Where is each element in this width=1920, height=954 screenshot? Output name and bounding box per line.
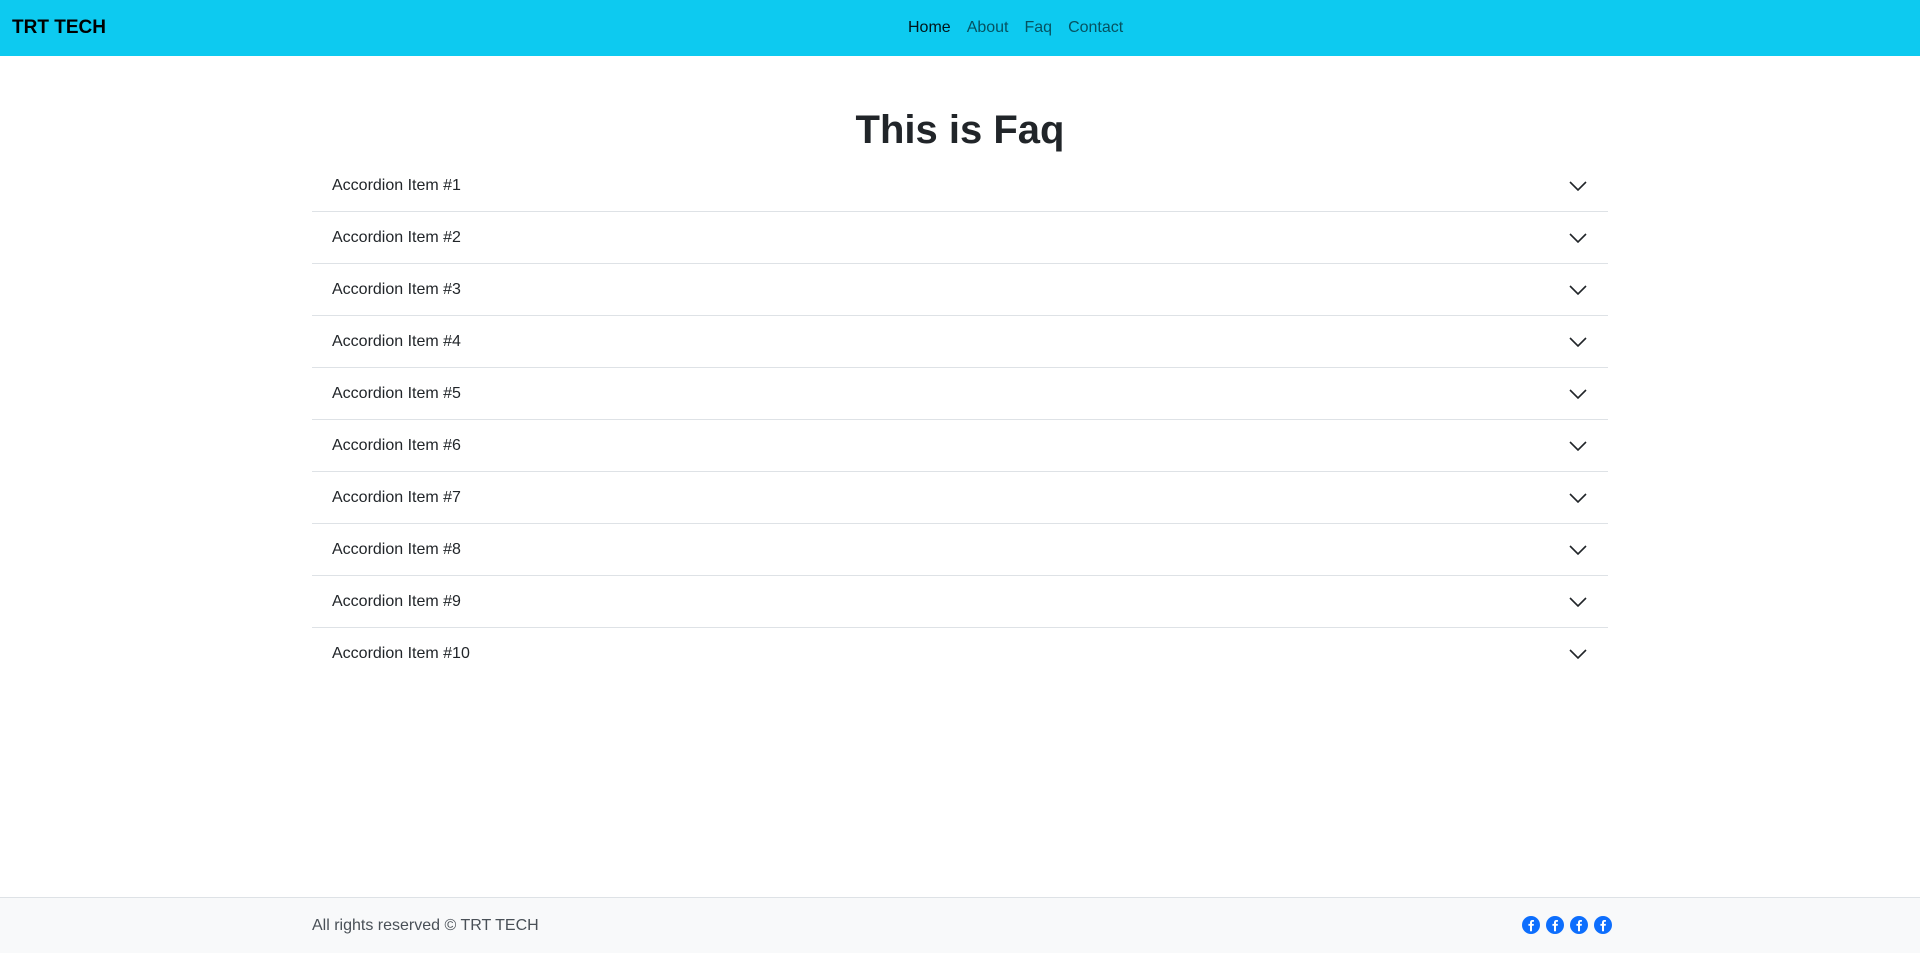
facebook-icon[interactable] — [1522, 916, 1540, 934]
chevron-down-icon — [1568, 384, 1588, 404]
accordion-item-label: Accordion Item #8 — [332, 540, 461, 558]
accordion-item-label: Accordion Item #3 — [332, 280, 461, 298]
facebook-icon[interactable] — [1594, 916, 1612, 934]
chevron-down-icon — [1568, 176, 1588, 196]
chevron-down-icon — [1568, 592, 1588, 612]
accordion-item-6[interactable]: Accordion Item #6 — [312, 420, 1608, 472]
nav-link-faq[interactable]: Faq — [1017, 0, 1061, 56]
facebook-icon[interactable] — [1570, 916, 1588, 934]
accordion-item-7[interactable]: Accordion Item #7 — [312, 472, 1608, 524]
accordion-item-3[interactable]: Accordion Item #3 — [312, 264, 1608, 316]
accordion-item-2[interactable]: Accordion Item #2 — [312, 212, 1608, 264]
accordion-item-label: Accordion Item #10 — [332, 645, 470, 662]
accordion-item-10[interactable]: Accordion Item #10 — [312, 628, 1608, 680]
nav-link-contact[interactable]: Contact — [1060, 0, 1131, 56]
accordion-item-label: Accordion Item #9 — [332, 592, 461, 610]
page-title: This is Faq — [855, 108, 1065, 152]
chevron-down-icon — [1568, 488, 1588, 508]
footer: All rights reserved © TRT TECH — [0, 897, 1920, 953]
accordion-item-4[interactable]: Accordion Item #4 — [312, 316, 1608, 368]
copyright-text: All rights reserved © TRT TECH — [312, 917, 539, 934]
social-links — [1516, 916, 1612, 934]
accordion-item-8[interactable]: Accordion Item #8 — [312, 524, 1608, 576]
nav-link-home[interactable]: Home — [900, 0, 959, 56]
chevron-down-icon — [1568, 332, 1588, 352]
accordion-item-label: Accordion Item #7 — [332, 488, 461, 506]
nav-links: Home About Faq Contact — [900, 0, 1131, 56]
accordion-item-5[interactable]: Accordion Item #5 — [312, 368, 1608, 420]
accordion-item-label: Accordion Item #5 — [332, 384, 461, 402]
accordion-item-9[interactable]: Accordion Item #9 — [312, 576, 1608, 628]
faq-accordion: Accordion Item #1 Accordion Item #2 Acco… — [312, 160, 1608, 680]
chevron-down-icon — [1568, 228, 1588, 248]
chevron-down-icon — [1568, 280, 1588, 300]
accordion-item-label: Accordion Item #2 — [332, 228, 461, 246]
accordion-item-label: Accordion Item #4 — [332, 332, 461, 350]
chevron-down-icon — [1568, 644, 1588, 664]
chevron-down-icon — [1568, 436, 1588, 456]
accordion-item-1[interactable]: Accordion Item #1 — [312, 160, 1608, 212]
facebook-icon[interactable] — [1546, 916, 1564, 934]
nav-link-about[interactable]: About — [959, 0, 1017, 56]
navbar: TRT TECH Home About Faq Contact — [0, 0, 1920, 56]
accordion-item-label: Accordion Item #6 — [332, 436, 461, 454]
accordion-item-label: Accordion Item #1 — [332, 176, 461, 194]
chevron-down-icon — [1568, 540, 1588, 560]
brand-logo[interactable]: TRT TECH — [12, 0, 106, 56]
